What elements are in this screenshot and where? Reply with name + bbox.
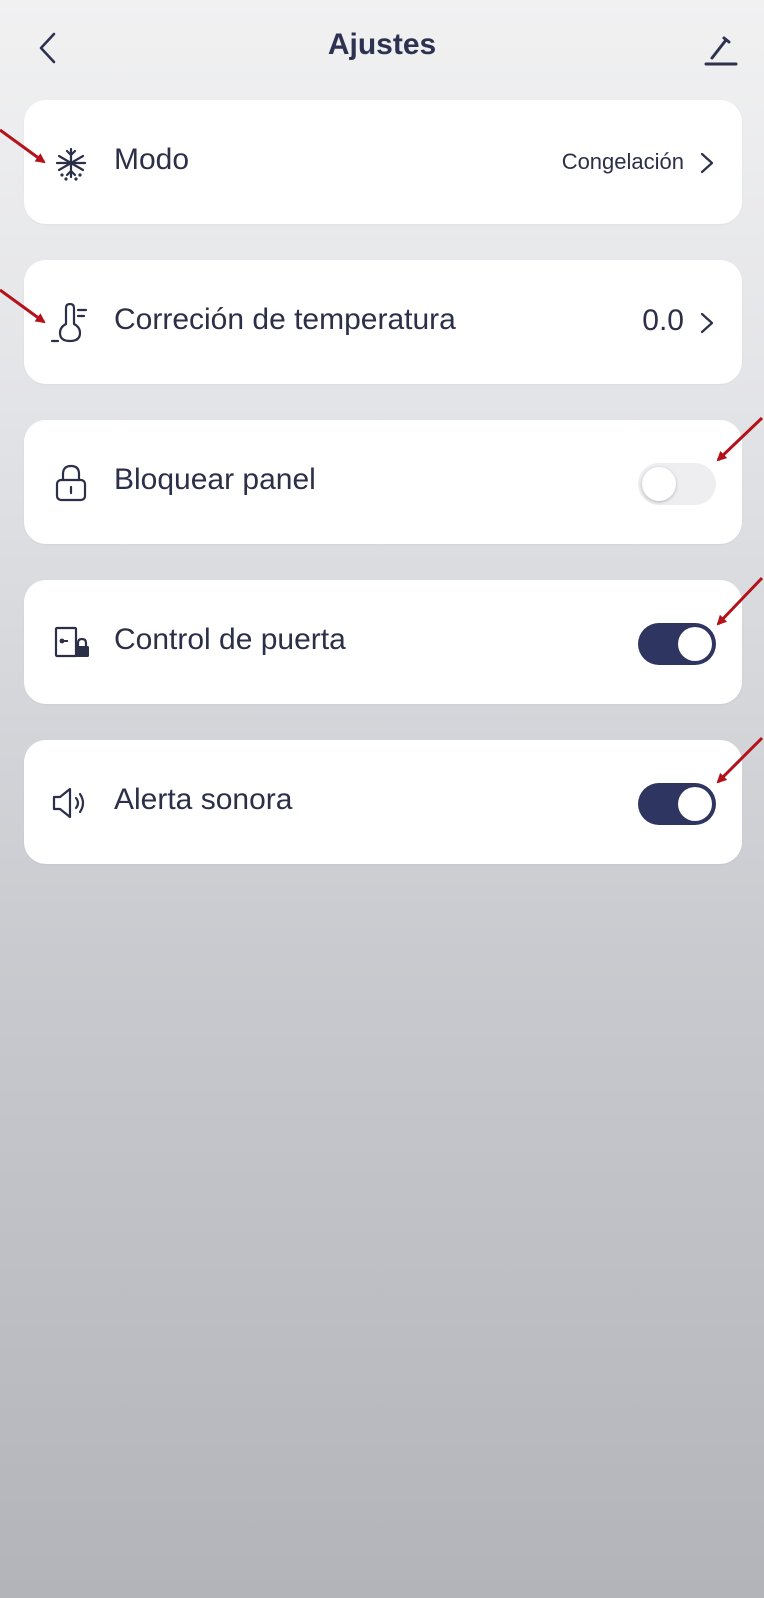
page-title: Ajustes: [327, 28, 437, 61]
lock-panel-toggle[interactable]: [638, 463, 716, 505]
lock-panel-label: Bloquear panel: [114, 463, 316, 496]
pencil-icon: [704, 36, 738, 66]
setting-row-door-control: Control de puerta: [24, 580, 742, 704]
mode-label: Modo: [114, 143, 190, 176]
snowflake-icon: [55, 147, 87, 181]
toggle-knob: [678, 787, 712, 821]
setting-row-sound-alert: Alerta sonora: [24, 740, 742, 864]
edit-button[interactable]: [696, 26, 744, 74]
door-control-toggle[interactable]: [638, 623, 716, 665]
sound-alert-label: Alerta sonora: [114, 783, 293, 816]
temp-correction-label: Correción de temperatura: [114, 303, 456, 336]
door-lock-icon: [54, 626, 89, 658]
temp-correction-value: 0.0: [642, 304, 684, 337]
toggle-knob: [642, 467, 676, 501]
toggle-knob: [678, 627, 712, 661]
thermometer-icon: [50, 302, 88, 343]
app-header: Ajustes: [0, 0, 764, 100]
setting-row-temp-correction[interactable]: Correción de temperatura 0.0: [24, 260, 742, 384]
setting-row-mode[interactable]: Modo Congelación: [24, 100, 742, 224]
chevron-right-icon: [700, 312, 714, 334]
lock-icon: [55, 464, 87, 502]
speaker-icon: [52, 787, 85, 819]
chevron-right-icon: [700, 152, 714, 174]
mode-value: Congelación: [561, 149, 684, 174]
door-control-label: Control de puerta: [114, 623, 346, 656]
setting-row-lock-panel: Bloquear panel: [24, 420, 742, 544]
sound-alert-toggle[interactable]: [638, 783, 716, 825]
